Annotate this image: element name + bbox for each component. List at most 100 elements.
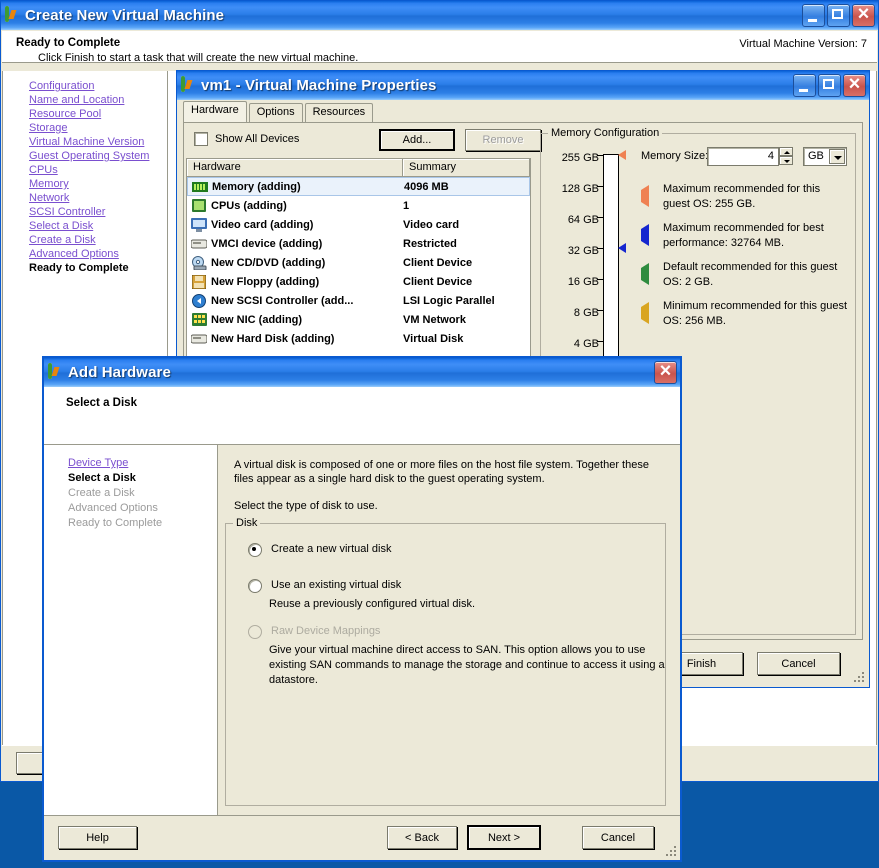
radio-raw-device-mappings xyxy=(248,625,262,639)
vmware-icon xyxy=(181,75,197,94)
sidebar-item-advanced-options[interactable]: Advanced Options xyxy=(3,247,167,261)
vmware-icon xyxy=(5,5,21,24)
disk-options-group: Disk Create a new virtual disk Use an ex… xyxy=(225,517,666,806)
hardware-summary: 1 xyxy=(403,199,410,212)
harddisk-icon xyxy=(187,333,211,344)
instruction-text: Select the type of disk to use. xyxy=(234,500,378,512)
cancel-button[interactable]: Cancel xyxy=(582,826,654,849)
sidebar-item-resource-pool[interactable]: Resource Pool xyxy=(3,107,167,121)
hardware-name: Memory (adding) xyxy=(212,180,301,193)
memory-configuration-label: Memory Configuration xyxy=(548,127,663,139)
table-row[interactable]: Video card (adding) Video card xyxy=(187,215,530,234)
scale-label: 255 GB xyxy=(561,152,599,164)
radio-create-new-virtual-disk[interactable] xyxy=(248,543,262,557)
recommendation-row: Default recommended for this guest OS: 2… xyxy=(641,260,847,290)
table-row[interactable]: VMCI device (adding) Restricted xyxy=(187,234,530,253)
scale-label: 16 GB xyxy=(567,276,599,288)
sidebar-item-advanced-options: Advanced Options xyxy=(68,502,158,514)
table-row[interactable]: CPUs (adding) 1 xyxy=(187,196,530,215)
table-row[interactable]: Memory (adding) 4096 MB xyxy=(187,177,530,196)
close-button[interactable] xyxy=(654,358,677,385)
table-row[interactable]: New CD/DVD (adding) Client Device xyxy=(187,253,530,272)
remove-hardware-button: Remove xyxy=(465,129,541,151)
recommendation-row: Minimum recommended for this guest OS: 2… xyxy=(641,299,847,329)
resize-gripper[interactable] xyxy=(853,671,866,684)
intro-paragraph: A virtual disk is composed of one or mor… xyxy=(234,459,649,485)
table-row[interactable]: New NIC (adding) VM Network xyxy=(187,310,530,329)
add-hardware-dialog: Add Hardware Select a Disk Device Type S… xyxy=(42,356,682,862)
add-hardware-body: Select a Disk Device Type Select a Disk … xyxy=(44,387,680,860)
memory-size-stepper[interactable] xyxy=(779,147,793,166)
slider-tick xyxy=(597,217,603,218)
hardware-summary: Client Device xyxy=(403,256,473,269)
main-window-titlebar[interactable]: Create New Virtual Machine xyxy=(1,1,878,30)
sidebar-item-guest-operating-system[interactable]: Guest Operating System xyxy=(3,149,167,163)
cancel-button[interactable]: Cancel xyxy=(757,652,840,675)
table-row[interactable]: New Floppy (adding) Client Device xyxy=(187,272,530,291)
back-button[interactable]: < Back xyxy=(387,826,457,849)
resize-gripper[interactable] xyxy=(665,845,678,858)
sidebar-item-network[interactable]: Network xyxy=(3,191,167,205)
help-button[interactable]: Help xyxy=(58,826,137,849)
sidebar-item-name-and-location[interactable]: Name and Location xyxy=(3,93,167,107)
cddvd-icon xyxy=(187,255,211,270)
minimize-button[interactable] xyxy=(793,74,816,97)
column-header-hardware[interactable]: Hardware xyxy=(187,159,403,176)
add-hardware-button[interactable]: Add... xyxy=(379,129,455,151)
sidebar-item-ready-to-complete[interactable]: Ready to Complete xyxy=(3,261,167,275)
close-button[interactable] xyxy=(852,1,875,28)
sidebar-item-create-a-disk[interactable]: Create a Disk xyxy=(3,233,167,247)
column-header-summary[interactable]: Summary xyxy=(403,159,530,176)
marker-icon xyxy=(641,260,663,290)
tab-resources[interactable]: Resources xyxy=(304,103,374,122)
hardware-name: VMCI device (adding) xyxy=(211,237,323,250)
sidebar-item-virtual-machine-version[interactable]: Virtual Machine Version xyxy=(3,135,167,149)
maximize-button[interactable] xyxy=(818,74,841,97)
sidebar-item-storage[interactable]: Storage xyxy=(3,121,167,135)
hardware-summary: VM Network xyxy=(403,313,466,326)
slider-tick xyxy=(597,155,603,156)
sidebar-item-scsi-controller[interactable]: SCSI Controller xyxy=(3,205,167,219)
sidebar-item-cpus[interactable]: CPUs xyxy=(3,163,167,177)
sidebar-item-configuration[interactable]: Configuration xyxy=(3,79,167,93)
option-create-new-virtual-disk[interactable]: Create a new virtual disk xyxy=(248,543,647,557)
table-row[interactable]: New Hard Disk (adding) Virtual Disk xyxy=(187,329,530,348)
tab-options[interactable]: Options xyxy=(248,103,303,122)
stepper-down-button[interactable] xyxy=(779,156,793,165)
memory-unit-value: GB xyxy=(808,150,824,162)
chevron-down-icon[interactable] xyxy=(829,149,845,164)
show-all-devices-checkbox[interactable] xyxy=(194,132,208,146)
option-use-existing-virtual-disk[interactable]: Use an existing virtual disk xyxy=(248,579,647,593)
main-window-title: Create New Virtual Machine xyxy=(25,7,225,24)
close-button[interactable] xyxy=(843,71,866,98)
sidebar-item-memory[interactable]: Memory xyxy=(3,177,167,191)
radio-use-existing-virtual-disk[interactable] xyxy=(248,579,262,593)
maximize-button[interactable] xyxy=(827,4,850,27)
sidebar-item-device-type[interactable]: Device Type xyxy=(44,456,217,471)
scale-label: 8 GB xyxy=(573,307,599,319)
next-button[interactable]: Next > xyxy=(467,825,541,850)
nic-icon xyxy=(187,313,211,326)
option-label: Use an existing virtual disk xyxy=(271,579,402,591)
memory-unit-select[interactable]: GB xyxy=(803,147,847,166)
disk-group-label: Disk xyxy=(233,517,261,529)
add-hardware-title: Add Hardware xyxy=(68,364,171,381)
hardware-name: New SCSI Controller (add... xyxy=(211,294,354,307)
add-hardware-nav: Device Type Select a Disk Create a Disk … xyxy=(44,445,218,816)
hardware-summary: Client Device xyxy=(403,275,473,288)
memory-size-input[interactable]: 4 xyxy=(707,147,779,166)
sidebar-item-select-a-disk[interactable]: Select a Disk xyxy=(3,219,167,233)
show-all-devices-label: Show All Devices xyxy=(215,133,300,145)
option-label: Create a new virtual disk xyxy=(271,543,392,555)
minimize-button[interactable] xyxy=(802,4,825,27)
slider-tick xyxy=(597,248,603,249)
stepper-up-button[interactable] xyxy=(779,147,793,156)
sidebar-item-select-a-disk[interactable]: Select a Disk xyxy=(44,471,217,486)
table-row[interactable]: New SCSI Controller (add... LSI Logic Pa… xyxy=(187,291,530,310)
recommendation-text: Minimum recommended for this guest OS: 2… xyxy=(663,300,848,327)
vm-properties-titlebar[interactable]: vm1 - Virtual Machine Properties xyxy=(177,71,869,100)
add-hardware-titlebar[interactable]: Add Hardware xyxy=(44,358,680,387)
sidebar-item-ready-to-complete: Ready to Complete xyxy=(68,517,163,529)
tab-hardware[interactable]: Hardware xyxy=(183,101,247,122)
vm-properties-tabstrip: Hardware Options Resources xyxy=(183,101,863,122)
